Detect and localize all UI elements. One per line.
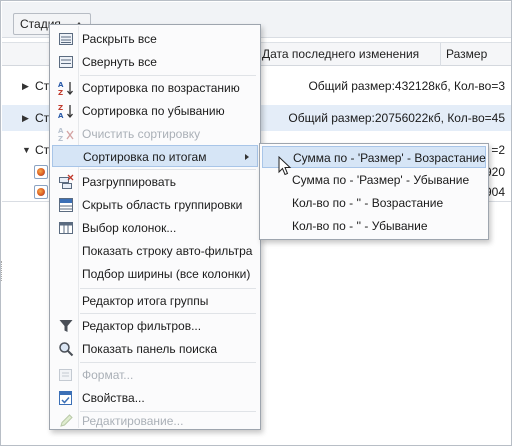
- menu-item-label: Показать строку авто-фильтра: [82, 244, 253, 258]
- svg-text:A: A: [58, 112, 64, 119]
- splitter-handle[interactable]: [1, 261, 5, 281]
- menu-item-label: Редактор итога группы: [82, 294, 209, 308]
- menu-separator: [80, 169, 256, 170]
- menu-item-label: Разгруппировать: [82, 175, 177, 189]
- menu-item-filter-editor[interactable]: Редактор фильтров...: [52, 315, 258, 337]
- column-header-size[interactable]: Размер: [440, 43, 511, 66]
- menu-item-hide-group-panel[interactable]: Скрыть область группировки: [52, 194, 258, 216]
- menu-item-label: Сортировка по убыванию: [82, 104, 225, 118]
- filter-icon: [58, 318, 74, 334]
- column-header-size-label: Размер: [446, 47, 488, 61]
- mouse-cursor-icon: [278, 155, 292, 176]
- menu-separator: [80, 313, 256, 314]
- menu-item-collapse-all[interactable]: Свернуть все: [52, 51, 258, 73]
- menu-item-format[interactable]: Формат...: [52, 364, 258, 386]
- submenu-item-count-descending[interactable]: Кол-во по - '' - Убывание: [262, 215, 486, 237]
- sort-ascending-icon: AZ: [58, 80, 74, 96]
- menu-item-best-fit-all[interactable]: Подбор ширины (все колонки): [52, 263, 258, 285]
- submenu-item-label: Кол-во по - '' - Убывание: [292, 219, 428, 233]
- menu-item-label: Показать панель поиска: [82, 342, 218, 356]
- menu-item-ungroup[interactable]: Разгруппировать: [52, 171, 258, 193]
- expand-arrow-icon[interactable]: ▶: [22, 105, 29, 131]
- menu-item-label: Выбор колонок...: [82, 221, 177, 235]
- submenu-arrow-icon: [245, 154, 249, 160]
- menu-item-label: Свернуть все: [82, 55, 157, 69]
- file-icon: [34, 185, 48, 199]
- group-summary: Общий размер:20756022кб, Кол-во=45: [288, 111, 505, 125]
- group-summary: Общий размер:432128кб, Кол-во=3: [308, 79, 505, 93]
- menu-item-label: Формат...: [82, 368, 134, 382]
- svg-text:Z: Z: [58, 135, 63, 142]
- group-panel-icon: [58, 197, 74, 213]
- properties-icon: [58, 390, 74, 406]
- menu-item-label: Редактирование...: [82, 414, 184, 428]
- menu-item-label: Подбор ширины (все колонки): [82, 267, 251, 281]
- menu-item-properties[interactable]: Свойства...: [52, 387, 258, 409]
- menu-item-sort-descending[interactable]: ZA Сортировка по убыванию: [52, 100, 258, 122]
- edit-icon: [58, 413, 74, 429]
- group-row-text: Ст: [35, 79, 50, 93]
- menu-item-sort-ascending[interactable]: AZ Сортировка по возрастанию: [52, 77, 258, 99]
- search-icon: [58, 341, 74, 357]
- menu-separator: [80, 75, 256, 76]
- svg-text:A: A: [58, 127, 64, 135]
- submenu-item-label: Кол-во по - '' - Возрастание: [292, 196, 444, 210]
- submenu-item-sum-size-descending[interactable]: Сумма по - 'Размер' - Убывание: [262, 169, 486, 191]
- collapse-all-icon: [58, 54, 74, 70]
- clear-sort-icon: AZ: [58, 126, 74, 142]
- menu-item-label: Раскрыть все: [82, 32, 157, 46]
- format-icon: [58, 367, 74, 383]
- svg-text:A: A: [58, 81, 64, 89]
- menu-item-label: Скрыть область группировки: [82, 198, 243, 212]
- menu-item-label: Очистить сортировку: [82, 127, 201, 141]
- context-menu: Раскрыть все Свернуть все AZ Сортировка …: [49, 24, 261, 430]
- expand-arrow-icon[interactable]: ▶: [22, 73, 29, 99]
- menu-item-group-summary-editor[interactable]: Редактор итога группы: [52, 290, 258, 312]
- submenu-sort-by-summary: Сумма по - 'Размер' - Возрастание Сумма …: [259, 143, 489, 240]
- column-header-date[interactable]: Дата последнего изменения: [256, 43, 440, 66]
- menu-item-label: Сортировка по итогам: [83, 150, 207, 164]
- svg-text:Z: Z: [58, 89, 63, 96]
- menu-item-expand-all[interactable]: Раскрыть все: [52, 28, 258, 50]
- menu-item-edit[interactable]: Редактирование...: [52, 410, 258, 432]
- menu-item-show-search-panel[interactable]: Показать панель поиска: [52, 338, 258, 360]
- group-row-text: Ст: [35, 111, 50, 125]
- submenu-item-label: Сумма по - 'Размер' - Убывание: [292, 173, 470, 187]
- submenu-item-label: Сумма по - 'Размер' - Возрастание: [293, 151, 486, 165]
- menu-item-label: Редактор фильтров...: [82, 319, 202, 333]
- menu-item-column-chooser[interactable]: Выбор колонок...: [52, 217, 258, 239]
- menu-item-label: Сортировка по возрастанию: [82, 81, 240, 95]
- column-chooser-icon: [58, 220, 74, 236]
- column-header-date-label: Дата последнего изменения: [262, 47, 420, 61]
- sort-descending-icon: ZA: [58, 103, 74, 119]
- menu-separator: [80, 288, 256, 289]
- svg-text:Z: Z: [58, 104, 63, 112]
- submenu-item-count-ascending[interactable]: Кол-во по - '' - Возрастание: [262, 192, 486, 214]
- menu-item-show-autofilter-row[interactable]: Показать строку авто-фильтра: [52, 240, 258, 262]
- menu-item-label: Свойства...: [82, 391, 145, 405]
- ungroup-icon: [58, 174, 74, 190]
- menu-item-sort-by-summary[interactable]: Сортировка по итогам: [52, 145, 258, 167]
- file-icon: [34, 165, 48, 179]
- menu-separator: [80, 362, 256, 363]
- submenu-item-sum-size-ascending[interactable]: Сумма по - 'Размер' - Возрастание: [262, 146, 486, 168]
- menu-item-clear-sort[interactable]: AZ Очистить сортировку: [52, 123, 258, 145]
- expand-all-icon: [58, 31, 74, 47]
